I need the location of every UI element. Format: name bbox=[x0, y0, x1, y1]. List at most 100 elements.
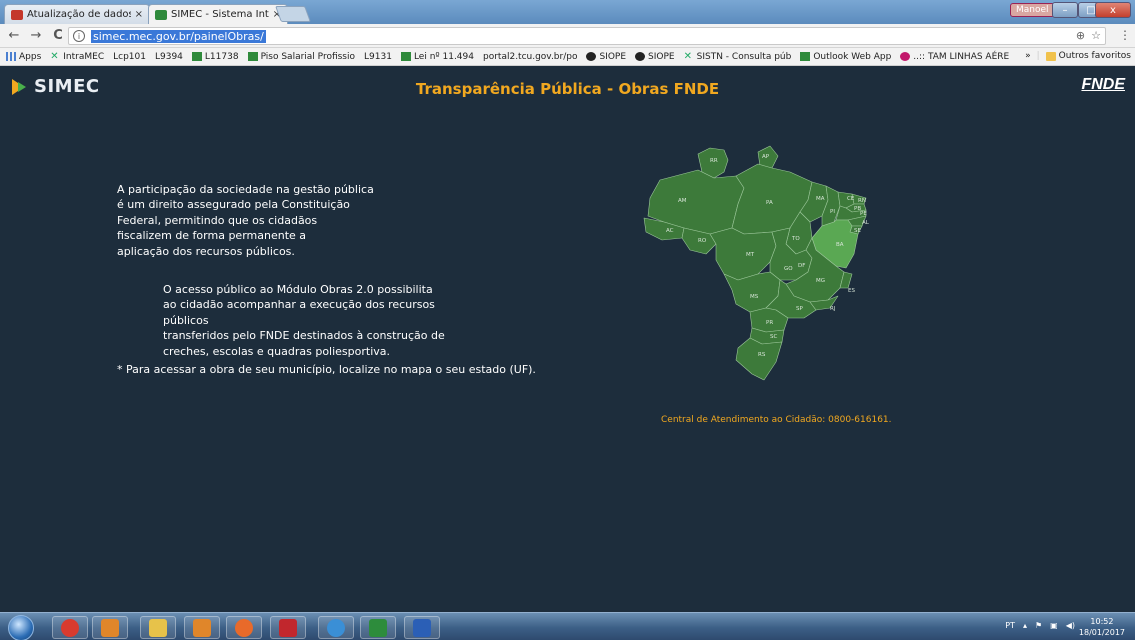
language-indicator[interactable]: PT bbox=[1005, 621, 1015, 630]
taskbar-outlook[interactable] bbox=[92, 616, 128, 639]
taskbar-excel[interactable] bbox=[360, 616, 396, 639]
taskbar-firefox[interactable] bbox=[226, 616, 262, 639]
state-mt[interactable] bbox=[709, 227, 777, 281]
show-hidden-icons[interactable]: ▴ bbox=[1023, 621, 1027, 630]
bookmark-l9131[interactable]: L9131 bbox=[0, 51, 392, 124]
x-icon: ✕ bbox=[683, 51, 693, 62]
bookmark-label: Apps bbox=[19, 51, 42, 62]
uf-label: TO bbox=[791, 236, 800, 242]
tab-label: Atualização de dados - E bbox=[27, 9, 131, 20]
uf-label: DF bbox=[798, 263, 805, 269]
bookmark-outlook[interactable]: Outlook Web App bbox=[800, 52, 891, 62]
brasil-flag-icon bbox=[800, 52, 811, 61]
new-tab-button[interactable] bbox=[275, 6, 311, 22]
bookmark-siope-1[interactable]: SIOPE bbox=[586, 52, 626, 62]
uf-label: PR bbox=[766, 320, 773, 326]
outlook-icon bbox=[101, 618, 119, 637]
x-icon: ✕ bbox=[50, 51, 59, 62]
taskbar-acrobat[interactable] bbox=[270, 616, 306, 639]
flag-icon[interactable]: ⚑ bbox=[1035, 621, 1042, 630]
uf-label: RR bbox=[710, 158, 718, 164]
uf-label: MG bbox=[816, 278, 825, 284]
ie-icon bbox=[327, 618, 345, 637]
uf-label: RN bbox=[858, 198, 866, 204]
bookmark-l11738[interactable]: L11738 bbox=[191, 51, 239, 62]
bookmark-label: SIOPE bbox=[648, 51, 675, 62]
uf-label: SC bbox=[770, 334, 777, 340]
bookmark-label: ..:: TAM LINHAS AÉRE bbox=[913, 51, 1010, 62]
clock-date: 18/01/2017 bbox=[1078, 628, 1125, 637]
simec-page: SIMEC Transparência Pública - Obras FNDE… bbox=[0, 67, 1135, 612]
fnde-logo[interactable]: FNDE bbox=[1081, 76, 1125, 94]
word-icon bbox=[413, 618, 431, 637]
uf-label: PA bbox=[766, 200, 773, 206]
page-title: Transparência Pública - Obras FNDE bbox=[415, 80, 720, 98]
other-bookmarks-folder[interactable]: Outros favoritos bbox=[1045, 51, 1131, 61]
bookmark-lcp101[interactable]: Lcp101 bbox=[0, 52, 146, 124]
browser-tab-bar: Atualização de dados - E × SIMEC - Siste… bbox=[0, 0, 1135, 24]
zoom-icon[interactable]: ⊕ bbox=[1076, 29, 1085, 42]
site-info-icon[interactable]: i bbox=[73, 30, 85, 42]
taskbar-word[interactable] bbox=[404, 616, 440, 639]
uf-label: MS bbox=[750, 294, 759, 300]
uf-label: AP bbox=[762, 154, 770, 160]
reload-button[interactable]: C bbox=[50, 28, 66, 43]
browser-menu-icon[interactable]: ⋮ bbox=[1119, 28, 1131, 42]
bookmark-portal2-tcu[interactable]: portal2.tcu.gov.br/po bbox=[0, 51, 578, 124]
volume-icon[interactable]: ◀) bbox=[1066, 621, 1075, 630]
network-icon[interactable]: ▣ bbox=[1050, 621, 1058, 630]
tam-icon bbox=[900, 52, 911, 61]
bookmark-siope-2[interactable]: SIOPE bbox=[635, 52, 675, 62]
bookmark-apps[interactable]: Apps bbox=[6, 52, 41, 62]
uf-label: AM bbox=[678, 198, 687, 204]
excel-icon bbox=[369, 618, 387, 637]
acrobat-icon bbox=[279, 618, 297, 637]
clock[interactable]: 10:52 18/01/2017 bbox=[1079, 616, 1125, 638]
bookmark-tam[interactable]: ..:: TAM LINHAS AÉRE bbox=[900, 52, 1009, 62]
bookmark-label: L11738 bbox=[204, 51, 239, 62]
taskbar-explorer[interactable] bbox=[140, 616, 176, 639]
uf-label: PI bbox=[830, 209, 835, 215]
start-button[interactable] bbox=[8, 615, 34, 640]
bookmark-sistn[interactable]: ✕ SISTN - Consulta púb bbox=[684, 52, 792, 62]
url-text[interactable]: simec.mec.gov.br/painelObras/ bbox=[91, 29, 266, 43]
tab-atualizacao[interactable]: Atualização de dados - E × bbox=[4, 4, 150, 24]
more-bookmarks-button[interactable]: » bbox=[1025, 51, 1031, 61]
state-rs[interactable] bbox=[735, 337, 783, 381]
brasil-flag-icon bbox=[191, 52, 202, 61]
bookmark-label: L9394 bbox=[154, 51, 183, 62]
uf-label: MA bbox=[816, 196, 825, 202]
bookmark-piso-salarial[interactable]: Piso Salarial Profissio bbox=[247, 52, 355, 62]
folder-icon bbox=[1045, 51, 1056, 61]
uf-label: RO bbox=[698, 238, 707, 244]
minimize-button[interactable]: – bbox=[1052, 2, 1078, 18]
profile-button[interactable]: Manoel bbox=[1010, 3, 1055, 17]
bookmark-label: Lei nº 11.494 bbox=[413, 51, 474, 62]
bookmark-label: L9131 bbox=[364, 51, 392, 62]
uf-label: BA bbox=[836, 242, 844, 248]
tab-favicon-icon bbox=[11, 9, 23, 20]
uf-label: PE bbox=[860, 211, 867, 217]
tab-simec[interactable]: SIMEC - Sistema Integrad × bbox=[148, 4, 288, 24]
taskbar-ie[interactable] bbox=[318, 616, 354, 639]
browser-toolbar: ← → C i simec.mec.gov.br/painelObras/ ⊕ … bbox=[0, 24, 1135, 48]
address-bar[interactable]: i simec.mec.gov.br/painelObras/ ⊕ ☆ bbox=[68, 27, 1106, 45]
bookmark-label: portal2.tcu.gov.br/po bbox=[483, 51, 578, 62]
bookmark-star-icon[interactable]: ☆ bbox=[1091, 29, 1101, 42]
access-text: O acesso público ao Módulo Obras 2.0 pos… bbox=[163, 283, 445, 358]
taskbar-chrome[interactable] bbox=[52, 616, 88, 639]
uf-label: SP bbox=[796, 306, 803, 312]
bookmark-label: SIOPE bbox=[599, 51, 627, 62]
close-tab-icon[interactable]: × bbox=[135, 9, 143, 20]
central-atendimento: Central de Atendimento ao Cidadão: 0800-… bbox=[661, 415, 892, 425]
bookmark-intramec[interactable]: ✕ IntraMEC bbox=[50, 52, 104, 62]
explorer-icon bbox=[149, 618, 167, 637]
close-window-button[interactable]: x bbox=[1095, 2, 1131, 18]
bookmark-lei-11494[interactable]: Lei nº 11.494 bbox=[400, 51, 474, 62]
tab-label: SIMEC - Sistema Integrad bbox=[171, 9, 269, 20]
bookmark-l9394[interactable]: L9394 bbox=[0, 51, 183, 124]
media-icon bbox=[193, 618, 211, 637]
taskbar-media[interactable] bbox=[184, 616, 220, 639]
back-button[interactable]: ← bbox=[6, 28, 22, 43]
forward-button[interactable]: → bbox=[28, 28, 44, 43]
